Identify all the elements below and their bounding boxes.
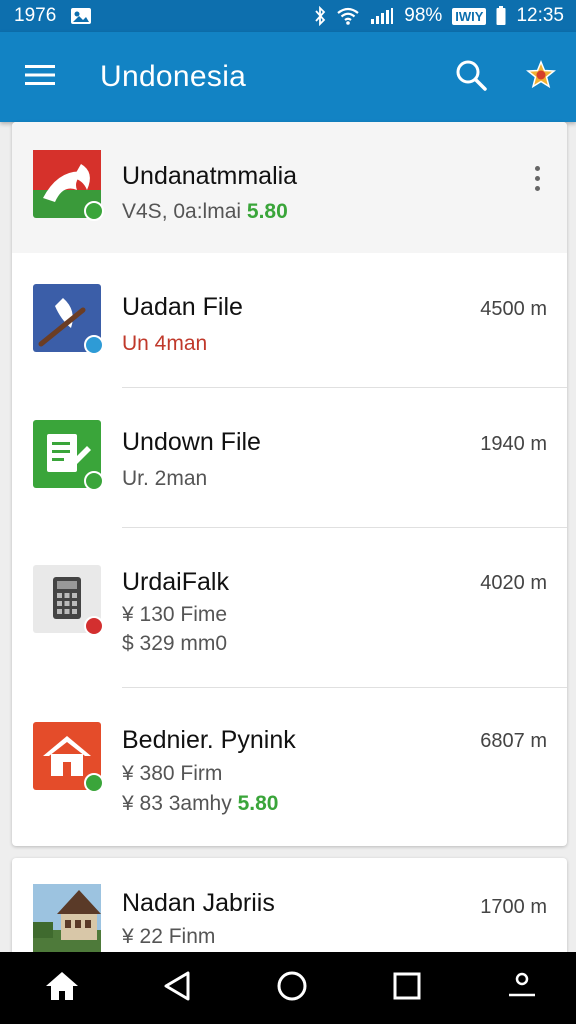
app-badge-icon (84, 471, 104, 491)
status-bar: 1976 98% IWIY 12:35 (0, 0, 576, 32)
item-subtitle: V4S, 0a:lmai 5.80 (122, 200, 288, 223)
status-time-left: 1976 (14, 5, 57, 26)
back-triangle-icon (162, 970, 192, 1007)
app-badge-icon (84, 201, 104, 221)
item-subtitle: ¥ 22 Finm (122, 925, 216, 948)
nav-home-button[interactable] (32, 958, 92, 1018)
hamburger-menu-icon (25, 64, 55, 91)
app-thumbnail (33, 884, 101, 952)
search-icon (454, 58, 488, 97)
item-title: UrdaiFalk (122, 568, 229, 596)
item-title: Uadan File (122, 293, 243, 321)
app-badge-icon (84, 773, 104, 793)
item-distance: 4500 m (480, 298, 547, 320)
item-subtitle: ¥ 130 Fime (122, 603, 228, 626)
item-title: Undanatmmalia (122, 162, 298, 190)
app-thumbnail (33, 722, 104, 793)
item-title: Nadan Jabriis (122, 889, 275, 917)
item-subtitle: ¥ 380 Firm (122, 762, 223, 785)
nav-profile-button[interactable] (492, 958, 552, 1018)
item-distance: 4020 m (480, 572, 547, 594)
app-thumbnail (33, 565, 104, 636)
home-icon (44, 970, 80, 1007)
bluetooth-icon (314, 6, 326, 26)
item-distance: 1940 m (480, 433, 547, 455)
item-title: Undown File (122, 428, 261, 456)
app-thumbnail (33, 420, 104, 491)
person-icon (506, 971, 538, 1006)
item-subtitle-2: ¥ 83 3amhy 5.80 (122, 792, 279, 815)
item-price: 5.80 (246, 200, 288, 223)
building-photo-icon (33, 884, 101, 952)
app-thumbnail (33, 150, 104, 221)
nav-recents-button[interactable] (377, 958, 437, 1018)
battery-percent: 98% (404, 5, 443, 26)
recents-square-icon (392, 971, 422, 1006)
search-button[interactable] (436, 32, 506, 122)
home-circle-icon (276, 970, 308, 1007)
signal-icon (370, 7, 394, 25)
menu-button[interactable] (0, 32, 80, 122)
navigation-bar (0, 952, 576, 1024)
carrier-badge: IWIY (452, 7, 487, 25)
image-icon (70, 7, 92, 25)
app-badge-icon (84, 335, 104, 355)
app-badge-icon (84, 616, 104, 636)
status-left: 1976 (14, 5, 92, 27)
overflow-menu-button[interactable] (527, 158, 547, 198)
item-subtitle-2: $ 329 mm0 (122, 632, 228, 655)
status-right: 98% IWIY 12:35 (314, 5, 564, 27)
app-thumbnail (33, 284, 104, 355)
list-item[interactable]: Uadan File Un 4man 4500 m (12, 253, 567, 388)
battery-icon (496, 6, 506, 26)
star-badge-icon (525, 59, 557, 95)
item-distance: 6807 m (480, 730, 547, 752)
nav-back-button[interactable] (147, 958, 207, 1018)
status-clock: 12:35 (516, 5, 564, 26)
item-distance: 1700 m (480, 896, 547, 918)
wifi-icon (336, 7, 360, 25)
profile-button[interactable] (506, 32, 576, 122)
item-subtitle: Ur. 2man (122, 467, 208, 490)
app-title: Undonesia (100, 60, 247, 93)
item-price: 5.80 (237, 792, 279, 815)
list-item[interactable]: Bednier. Pynink ¥ 380 Firm ¥ 83 3amhy 5.… (12, 688, 567, 846)
item-title: Bednier. Pynink (122, 726, 296, 754)
nav-circle-button[interactable] (262, 958, 322, 1018)
app-bar: Undonesia (0, 32, 576, 122)
list-item[interactable]: UrdaiFalk ¥ 130 Fime $ 329 mm0 4020 m (12, 528, 567, 688)
list-item[interactable]: Undanatmmalia V4S, 0a:lmai 5.80 (12, 122, 567, 253)
item-subtitle: Un 4man (122, 332, 208, 355)
results-card: Undanatmmalia V4S, 0a:lmai 5.80 Uadan Fi… (12, 122, 567, 846)
list-item[interactable]: Undown File Ur. 2man 1940 m (12, 388, 567, 528)
